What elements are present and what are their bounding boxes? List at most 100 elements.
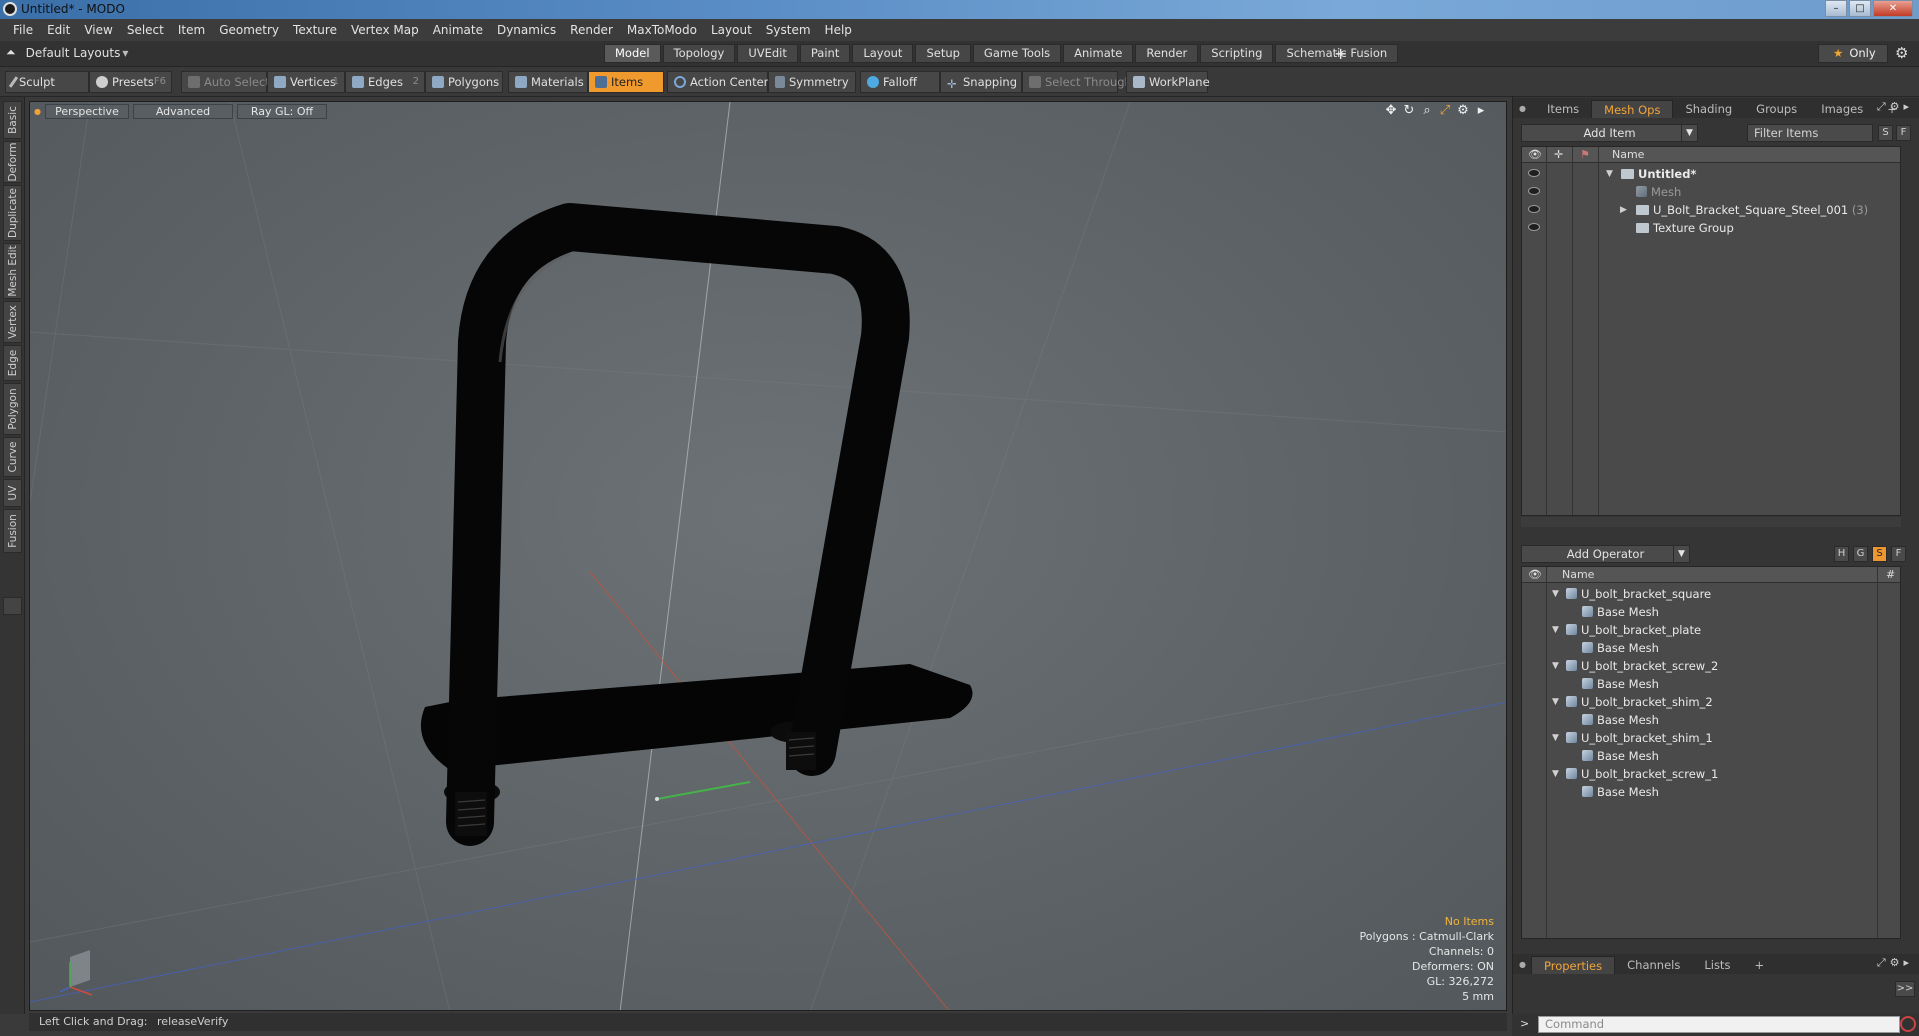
add-item-dropdown[interactable]: Add Item ▼ <box>1521 124 1698 142</box>
tab-animate[interactable]: Animate <box>1063 44 1134 63</box>
menu-system[interactable]: System <box>759 23 818 37</box>
panel-menu-icon[interactable]: ● <box>1513 100 1535 118</box>
menu-view[interactable]: View <box>77 23 119 37</box>
symmetry-button[interactable]: Symmetry <box>768 71 856 93</box>
op-child-row[interactable]: Base Mesh <box>1522 639 1900 657</box>
op-child-row[interactable]: Base Mesh <box>1522 783 1900 801</box>
menu-vertex-map[interactable]: Vertex Map <box>344 23 426 37</box>
tab-uv[interactable]: UV <box>3 479 22 507</box>
expand-arrow-icon[interactable]: ▶ <box>1620 201 1627 219</box>
tab-vertex[interactable]: Vertex <box>3 301 22 343</box>
item-row-untitled[interactable]: ▼ Untitled* <box>1522 165 1900 183</box>
layout-dropdown[interactable]: ⏶ Default Layouts ▾ <box>6 45 138 60</box>
menu-file[interactable]: File <box>6 23 40 37</box>
expand-arrow-icon[interactable]: ▼ <box>1552 729 1559 747</box>
item-row-u-bolt[interactable]: ▶ U_Bolt_Bracket_Square_Steel_001 (3) <box>1522 201 1900 219</box>
menu-help[interactable]: Help <box>818 23 859 37</box>
tab-groups[interactable]: Groups <box>1744 100 1809 118</box>
falloff-button[interactable]: Falloff <box>860 71 940 93</box>
tab-shading[interactable]: Shading <box>1673 100 1744 118</box>
f-button[interactable]: F <box>1891 546 1906 562</box>
tab-topology[interactable]: Topology <box>662 44 736 63</box>
tab-mesh-edit[interactable]: Mesh Edit <box>3 243 22 299</box>
f-filter-button[interactable]: F <box>1896 125 1911 141</box>
tab-basic[interactable]: Basic <box>3 101 22 139</box>
menu-render[interactable]: Render <box>563 23 620 37</box>
add-tab-button[interactable]: + <box>1334 44 1347 63</box>
menu-layout[interactable]: Layout <box>704 23 759 37</box>
tab-duplicate[interactable]: Duplicate <box>3 185 22 241</box>
rotate-view-icon[interactable]: ↻ <box>1400 103 1418 118</box>
expand-arrow-icon[interactable]: ▼ <box>1552 765 1559 783</box>
command-input[interactable]: Command <box>1538 1016 1900 1033</box>
menu-select[interactable]: Select <box>120 23 171 37</box>
menu-edit[interactable]: Edit <box>40 23 77 37</box>
op-child-row[interactable]: Base Mesh <box>1522 711 1900 729</box>
gear-icon[interactable]: ⚙ <box>1895 44 1908 62</box>
panel-menu-icon[interactable]: ● <box>1513 956 1531 974</box>
panel-splitter[interactable] <box>1521 517 1901 527</box>
expand-properties-button[interactable]: >> <box>1895 981 1915 997</box>
tab-channels[interactable]: Channels <box>1615 956 1692 974</box>
tab-setup[interactable]: Setup <box>915 44 971 63</box>
op-row-square[interactable]: ▼ U_bolt_bracket_square <box>1522 585 1900 603</box>
tab-extra[interactable] <box>3 597 22 615</box>
eye-icon[interactable] <box>1528 223 1540 231</box>
op-row-plate[interactable]: ▼ U_bolt_bracket_plate <box>1522 621 1900 639</box>
menu-item[interactable]: Item <box>171 23 212 37</box>
expand-arrow-icon[interactable]: ▼ <box>1552 621 1559 639</box>
tab-layout[interactable]: Layout <box>852 44 914 63</box>
viewport-gear-icon[interactable]: ⚙ <box>1454 103 1472 118</box>
eye-icon[interactable] <box>1528 205 1540 213</box>
tab-edge[interactable]: Edge <box>3 345 22 381</box>
h-button[interactable]: H <box>1834 546 1849 562</box>
expand-arrow-icon[interactable]: ▼ <box>1552 585 1559 603</box>
menu-geometry[interactable]: Geometry <box>212 23 286 37</box>
expand-arrow-icon[interactable]: ▼ <box>1552 657 1559 675</box>
tab-uvedit[interactable]: UVEdit <box>737 44 798 63</box>
op-row-shim-1[interactable]: ▼ U_bolt_bracket_shim_1 <box>1522 729 1900 747</box>
snapping-button[interactable]: ✛ Snapping <box>940 71 1022 93</box>
tab-images[interactable]: Images <box>1809 100 1875 118</box>
op-child-row[interactable]: Base Mesh <box>1522 675 1900 693</box>
tab-render[interactable]: Render <box>1135 44 1199 63</box>
minimize-button[interactable]: – <box>1825 0 1847 17</box>
stop-icon[interactable] <box>1900 1016 1916 1032</box>
advanced-button[interactable]: Advanced <box>132 103 233 119</box>
tab-lists[interactable]: Lists <box>1692 956 1742 974</box>
tab-mesh-ops[interactable]: Mesh Ops <box>1591 100 1674 118</box>
tab-properties[interactable]: Properties <box>1531 956 1616 974</box>
items-button[interactable]: Items <box>588 71 664 93</box>
polygons-button[interactable]: Polygons <box>425 71 503 93</box>
menu-maxtomodo[interactable]: MaxToModo <box>620 23 704 37</box>
only-button[interactable]: ★ Only <box>1818 44 1888 63</box>
workplane-button[interactable]: WorkPlane <box>1126 71 1210 93</box>
panel-controls[interactable]: ⤢⚙▸ <box>1877 100 1913 114</box>
menu-texture[interactable]: Texture <box>286 23 344 37</box>
s-button[interactable]: S <box>1872 546 1887 562</box>
tab-scripting[interactable]: Scripting <box>1200 44 1274 63</box>
zoom-view-icon[interactable]: ⌕ <box>1418 103 1436 118</box>
sculpt-button[interactable]: Sculpt <box>5 71 89 93</box>
tab-items[interactable]: Items <box>1535 100 1591 118</box>
3d-viewport[interactable]: ● Perspective Advanced Ray GL: Off ✥ ↻ ⌕… <box>29 101 1507 1011</box>
tab-model[interactable]: Model <box>604 44 661 63</box>
viewport-menu-icon[interactable]: ● <box>34 107 41 116</box>
eye-icon[interactable] <box>1528 169 1540 177</box>
vertices-button[interactable]: Vertices 1 <box>267 71 345 93</box>
op-row-screw-2[interactable]: ▼ U_bolt_bracket_screw_2 <box>1522 657 1900 675</box>
tab-polygon[interactable]: Polygon <box>3 383 22 435</box>
materials-button[interactable]: Materials <box>508 71 588 93</box>
expand-arrow-icon[interactable]: ▼ <box>1606 165 1613 183</box>
auto-select-button[interactable]: Auto Select <box>181 71 270 93</box>
move-view-icon[interactable]: ✥ <box>1382 103 1400 118</box>
s-filter-button[interactable]: S <box>1878 125 1893 141</box>
filter-items-input[interactable]: Filter Items <box>1747 124 1873 142</box>
expand-arrow-icon[interactable]: ▼ <box>1552 693 1559 711</box>
viewport-arrow-icon[interactable]: ▸ <box>1472 103 1490 118</box>
orientation-gizmo[interactable] <box>59 950 93 996</box>
tab-paint[interactable]: Paint <box>799 44 851 63</box>
tab-deform[interactable]: Deform <box>3 141 22 183</box>
close-button[interactable]: ✕ <box>1873 0 1913 17</box>
add-panel-tab[interactable]: + <box>1742 956 1776 974</box>
